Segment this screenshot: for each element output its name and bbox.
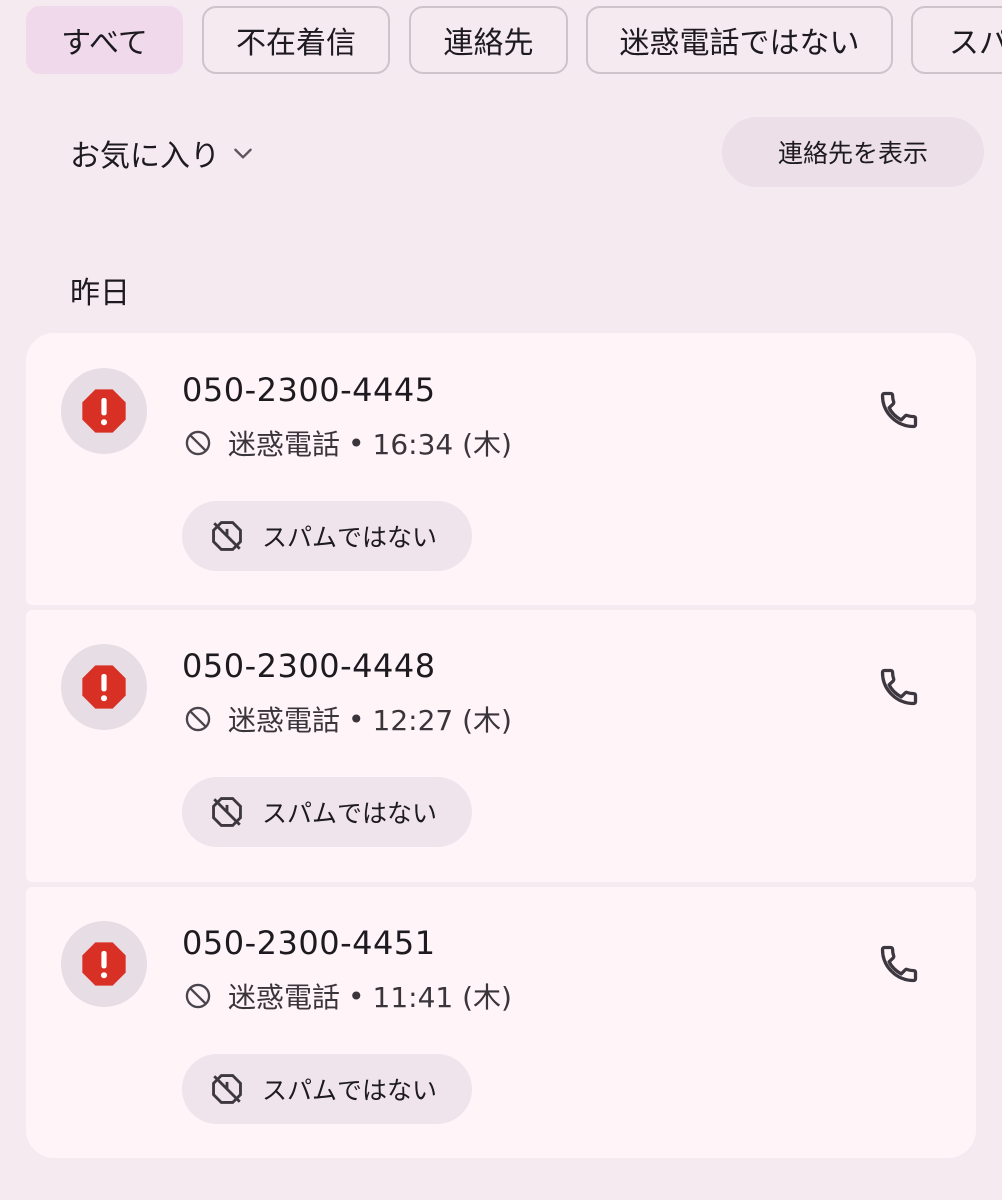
call-status: 迷惑電話 <box>228 428 341 461</box>
filter-chip-label: 迷惑電話ではない <box>619 26 860 61</box>
filter-chip-missed[interactable]: 不在着信 <box>202 6 390 74</box>
call-log-item[interactable]: 050-2300-4451 迷惑電話 • 11:41 (木) スパムではない <box>26 887 976 1158</box>
show-contacts-button[interactable]: 連絡先を表示 <box>722 117 984 187</box>
call-history-screen: すべて 不在着信 連絡先 迷惑電話ではない スパ お気に入り 連絡先を表示 昨日… <box>0 0 1002 1200</box>
call-status: 迷惑電話 <box>228 704 341 737</box>
phone-number: 050-2300-4445 <box>182 371 436 409</box>
avatar <box>61 921 147 1007</box>
meta-separator: • <box>348 979 365 1013</box>
favorites-label: お気に入り <box>70 139 220 174</box>
filter-chip-contacts[interactable]: 連絡先 <box>409 6 568 74</box>
call-time: 16:34 (木) <box>372 428 512 461</box>
filter-chip-all[interactable]: すべて <box>26 6 183 74</box>
call-back-button[interactable] <box>874 385 924 435</box>
show-contacts-label: 連絡先を表示 <box>777 139 928 168</box>
blocked-icon <box>185 706 211 732</box>
call-meta: 迷惑電話 • 16:34 (木) <box>184 423 512 463</box>
not-spam-icon <box>212 797 242 827</box>
filter-chip-spam[interactable]: スパ <box>911 6 1002 74</box>
call-log-item[interactable]: 050-2300-4445 迷惑電話 • 16:34 (木) スパムではない <box>26 333 976 605</box>
not-spam-label: スパムではない <box>262 799 438 828</box>
meta-separator: • <box>348 702 365 736</box>
phone-icon <box>880 945 918 983</box>
filter-chip-not-spam[interactable]: 迷惑電話ではない <box>586 6 893 74</box>
filter-chip-label: 不在着信 <box>236 26 356 61</box>
call-back-button[interactable] <box>874 939 924 989</box>
spam-warning-icon <box>82 389 126 433</box>
blocked-icon <box>185 983 211 1009</box>
filter-chip-bar[interactable]: すべて 不在着信 連絡先 迷惑電話ではない スパ <box>26 6 1002 74</box>
call-meta: 迷惑電話 • 11:41 (木) <box>184 976 512 1016</box>
filter-chip-label: 連絡先 <box>443 26 534 61</box>
not-spam-label: スパムではない <box>262 1076 438 1105</box>
blocked-icon <box>185 430 211 456</box>
call-back-button[interactable] <box>874 662 924 712</box>
meta-separator: • <box>348 426 365 460</box>
call-status: 迷惑電話 <box>228 981 341 1014</box>
phone-number: 050-2300-4448 <box>182 647 436 685</box>
section-title-yesterday: 昨日 <box>70 276 130 311</box>
call-meta: 迷惑電話 • 12:27 (木) <box>184 699 512 739</box>
phone-icon <box>880 668 918 706</box>
phone-number: 050-2300-4451 <box>182 924 436 962</box>
not-spam-button[interactable]: スパムではない <box>182 777 472 847</box>
spam-warning-icon <box>82 665 126 709</box>
not-spam-icon <box>212 1074 242 1104</box>
call-time: 11:41 (木) <box>372 981 512 1014</box>
call-log-item[interactable]: 050-2300-4448 迷惑電話 • 12:27 (木) スパムではない <box>26 610 976 882</box>
chevron-down-icon <box>234 148 252 159</box>
favorites-dropdown[interactable]: お気に入り <box>70 128 256 178</box>
avatar <box>61 368 147 454</box>
spam-warning-icon <box>82 942 126 986</box>
not-spam-button[interactable]: スパムではない <box>182 501 472 571</box>
phone-icon <box>880 391 918 429</box>
not-spam-icon <box>212 521 242 551</box>
not-spam-label: スパムではない <box>262 523 438 552</box>
call-time: 12:27 (木) <box>372 704 512 737</box>
not-spam-button[interactable]: スパムではない <box>182 1054 472 1124</box>
filter-chip-label: すべて <box>61 26 148 61</box>
filter-chip-label: スパ <box>949 26 1002 61</box>
avatar <box>61 644 147 730</box>
